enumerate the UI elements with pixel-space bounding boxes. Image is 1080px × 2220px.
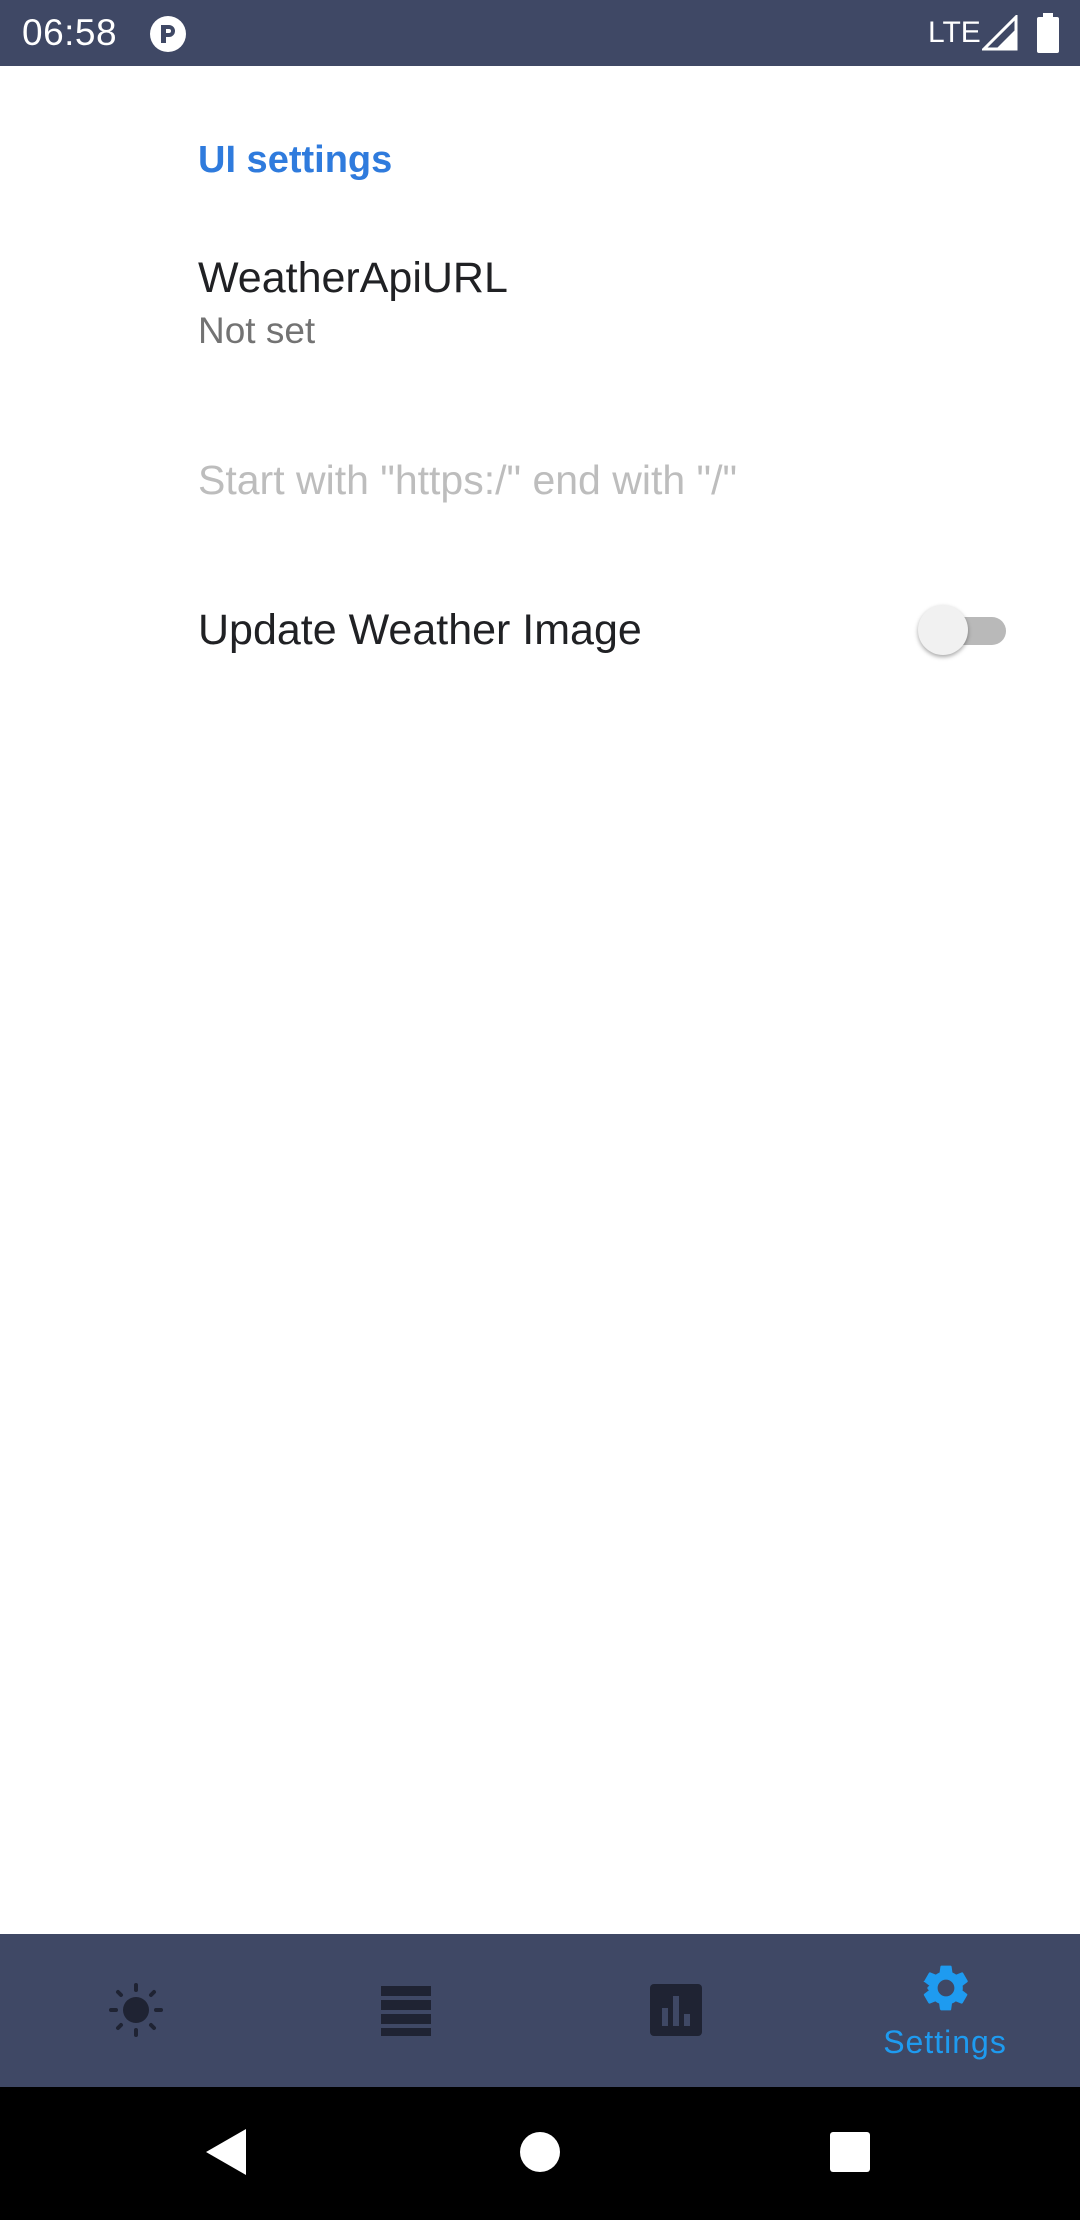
gear-icon bbox=[923, 1965, 968, 2011]
weather-api-url-title: WeatherApiURL bbox=[198, 254, 508, 302]
update-weather-image-preference[interactable]: Update Weather Image bbox=[0, 590, 1080, 670]
weather-api-url-preference[interactable]: WeatherApiURL Not set bbox=[198, 250, 1018, 356]
nav-item-list[interactable] bbox=[270, 1934, 540, 2087]
switch-thumb bbox=[918, 605, 968, 655]
list-icon bbox=[381, 1986, 431, 2036]
network-type-label: LTE bbox=[928, 16, 981, 49]
system-navigation-bar bbox=[0, 2087, 1080, 2220]
app-notification-icon bbox=[150, 16, 186, 52]
back-icon[interactable] bbox=[192, 2117, 262, 2187]
nav-item-charts[interactable] bbox=[540, 1934, 810, 2087]
home-icon[interactable] bbox=[505, 2117, 575, 2187]
weather-api-url-hint: Start with "https:/" end with "/" bbox=[198, 457, 738, 503]
weather-api-url-summary: Not set bbox=[198, 310, 316, 351]
signal-icon bbox=[982, 15, 1018, 51]
nav-label-settings: Settings bbox=[883, 2024, 1007, 2060]
sun-icon bbox=[109, 1983, 163, 2037]
battery-icon bbox=[1037, 13, 1059, 53]
update-weather-image-switch[interactable] bbox=[918, 604, 1006, 656]
section-header-ui-settings: UI settings bbox=[198, 139, 393, 181]
status-time: 06:58 bbox=[22, 12, 118, 53]
settings-screen: 06:58 LTE UI settings WeatherApiURL Not … bbox=[0, 0, 1080, 2220]
recents-icon[interactable] bbox=[815, 2117, 885, 2187]
update-weather-image-label: Update Weather Image bbox=[198, 606, 642, 654]
status-bar: 06:58 LTE bbox=[0, 0, 1080, 66]
nav-item-weather[interactable] bbox=[0, 1934, 270, 2087]
bottom-navigation: Settings bbox=[0, 1934, 1080, 2087]
nav-item-settings[interactable]: Settings bbox=[810, 1934, 1080, 2087]
bar-chart-icon bbox=[650, 1984, 702, 2036]
